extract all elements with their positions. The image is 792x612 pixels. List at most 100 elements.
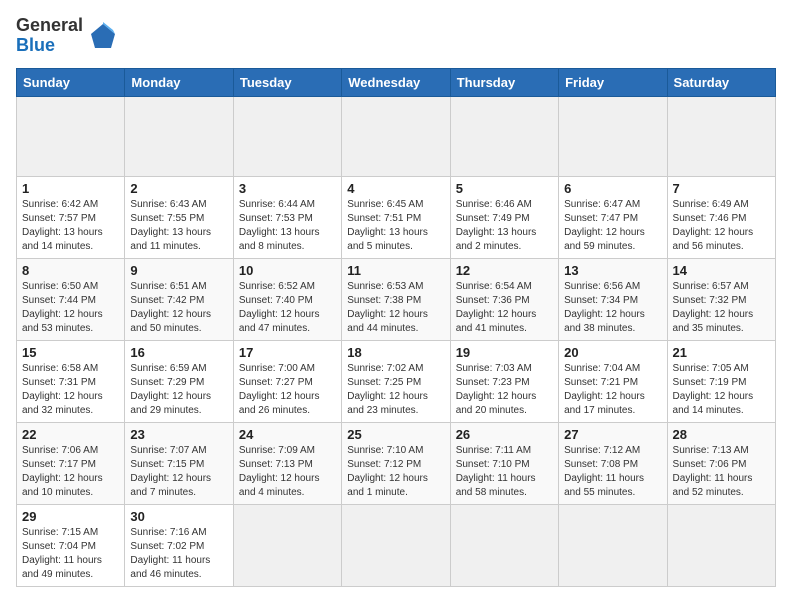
day-number: 13 xyxy=(564,263,661,278)
day-info: Sunrise: 6:51 AM Sunset: 7:42 PM Dayligh… xyxy=(130,281,211,334)
day-number: 8 xyxy=(22,263,119,278)
week-row-2: 1 Sunrise: 6:42 AM Sunset: 7:57 PM Daylig… xyxy=(17,176,776,258)
day-cell: 15 Sunrise: 6:58 AM Sunset: 7:31 PM Dayli… xyxy=(17,340,125,422)
day-cell: 26 Sunrise: 7:11 AM Sunset: 7:10 PM Dayli… xyxy=(450,422,558,504)
day-info: Sunrise: 6:53 AM Sunset: 7:38 PM Dayligh… xyxy=(347,281,428,334)
day-number: 18 xyxy=(347,345,444,360)
col-header-saturday: Saturday xyxy=(667,68,775,96)
day-cell: 17Sunrise: 7:00 AM Sunset: 7:27 PM Dayli… xyxy=(233,340,341,422)
day-cell xyxy=(667,504,775,586)
day-number: 26 xyxy=(456,427,553,442)
day-cell: 16 Sunrise: 6:59 AM Sunset: 7:29 PM Dayli… xyxy=(125,340,233,422)
day-number: 23 xyxy=(130,427,227,442)
day-cell xyxy=(450,96,558,176)
day-cell: 11Sunrise: 6:53 AM Sunset: 7:38 PM Dayli… xyxy=(342,258,450,340)
day-number: 6 xyxy=(564,181,661,196)
day-number: 15 xyxy=(22,345,119,360)
logo-general: General xyxy=(16,15,83,35)
day-info: Sunrise: 7:12 AM Sunset: 7:08 PM Dayligh… xyxy=(564,445,644,498)
day-cell: 8 Sunrise: 6:50 AM Sunset: 7:44 PM Daylig… xyxy=(17,258,125,340)
day-cell: 25 Sunrise: 7:10 AM Sunset: 7:12 PM Dayli… xyxy=(342,422,450,504)
day-info: Sunrise: 7:16 AM Sunset: 7:02 PM Dayligh… xyxy=(130,527,210,580)
day-cell: 2 Sunrise: 6:43 AM Sunset: 7:55 PM Daylig… xyxy=(125,176,233,258)
day-number: 4 xyxy=(347,181,444,196)
day-cell xyxy=(667,96,775,176)
day-info: Sunrise: 7:13 AM Sunset: 7:06 PM Dayligh… xyxy=(673,445,753,498)
day-cell: 9 Sunrise: 6:51 AM Sunset: 7:42 PM Daylig… xyxy=(125,258,233,340)
day-cell: 7Sunrise: 6:49 AM Sunset: 7:46 PM Daylig… xyxy=(667,176,775,258)
day-number: 16 xyxy=(130,345,227,360)
week-row-1 xyxy=(17,96,776,176)
day-info: Sunrise: 7:09 AM Sunset: 7:13 PM Dayligh… xyxy=(239,445,320,498)
day-number: 2 xyxy=(130,181,227,196)
day-info: Sunrise: 7:07 AM Sunset: 7:15 PM Dayligh… xyxy=(130,445,211,498)
day-cell: 12 Sunrise: 6:54 AM Sunset: 7:36 PM Dayli… xyxy=(450,258,558,340)
day-cell: 23 Sunrise: 7:07 AM Sunset: 7:15 PM Dayli… xyxy=(125,422,233,504)
day-cell xyxy=(450,504,558,586)
day-info: Sunrise: 6:49 AM Sunset: 7:46 PM Dayligh… xyxy=(673,199,754,252)
day-cell xyxy=(17,96,125,176)
day-info: Sunrise: 6:50 AM Sunset: 7:44 PM Dayligh… xyxy=(22,281,103,334)
col-header-sunday: Sunday xyxy=(17,68,125,96)
day-cell: 4 Sunrise: 6:45 AM Sunset: 7:51 PM Daylig… xyxy=(342,176,450,258)
day-cell: 5 Sunrise: 6:46 AM Sunset: 7:49 PM Daylig… xyxy=(450,176,558,258)
day-cell xyxy=(559,504,667,586)
day-cell: 18 Sunrise: 7:02 AM Sunset: 7:25 PM Dayli… xyxy=(342,340,450,422)
logo-icon xyxy=(87,20,119,52)
col-header-friday: Friday xyxy=(559,68,667,96)
day-number: 20 xyxy=(564,345,661,360)
day-cell: 3 Sunrise: 6:44 AM Sunset: 7:53 PM Daylig… xyxy=(233,176,341,258)
day-info: Sunrise: 6:59 AM Sunset: 7:29 PM Dayligh… xyxy=(130,363,211,416)
day-cell: 1 Sunrise: 6:42 AM Sunset: 7:57 PM Daylig… xyxy=(17,176,125,258)
day-cell: 20Sunrise: 7:04 AM Sunset: 7:21 PM Dayli… xyxy=(559,340,667,422)
col-header-monday: Monday xyxy=(125,68,233,96)
logo: General Blue xyxy=(16,16,119,56)
day-info: Sunrise: 7:02 AM Sunset: 7:25 PM Dayligh… xyxy=(347,363,428,416)
day-number: 1 xyxy=(22,181,119,196)
day-info: Sunrise: 6:42 AM Sunset: 7:57 PM Dayligh… xyxy=(22,199,103,252)
col-header-thursday: Thursday xyxy=(450,68,558,96)
day-number: 25 xyxy=(347,427,444,442)
day-info: Sunrise: 6:47 AM Sunset: 7:47 PM Dayligh… xyxy=(564,199,645,252)
week-row-4: 15 Sunrise: 6:58 AM Sunset: 7:31 PM Dayli… xyxy=(17,340,776,422)
day-number: 28 xyxy=(673,427,770,442)
day-cell xyxy=(125,96,233,176)
day-number: 27 xyxy=(564,427,661,442)
day-cell: 13 Sunrise: 6:56 AM Sunset: 7:34 PM Dayli… xyxy=(559,258,667,340)
day-cell: 19Sunrise: 7:03 AM Sunset: 7:23 PM Dayli… xyxy=(450,340,558,422)
week-row-5: 22Sunrise: 7:06 AM Sunset: 7:17 PM Dayli… xyxy=(17,422,776,504)
day-cell: 21Sunrise: 7:05 AM Sunset: 7:19 PM Dayli… xyxy=(667,340,775,422)
day-number: 24 xyxy=(239,427,336,442)
day-cell xyxy=(342,504,450,586)
logo-blue: Blue xyxy=(16,35,55,55)
day-info: Sunrise: 6:43 AM Sunset: 7:55 PM Dayligh… xyxy=(130,199,211,252)
day-cell xyxy=(233,504,341,586)
day-info: Sunrise: 6:45 AM Sunset: 7:51 PM Dayligh… xyxy=(347,199,428,252)
day-number: 21 xyxy=(673,345,770,360)
day-info: Sunrise: 6:44 AM Sunset: 7:53 PM Dayligh… xyxy=(239,199,320,252)
day-cell: 28 Sunrise: 7:13 AM Sunset: 7:06 PM Dayli… xyxy=(667,422,775,504)
day-info: Sunrise: 6:52 AM Sunset: 7:40 PM Dayligh… xyxy=(239,281,320,334)
day-number: 9 xyxy=(130,263,227,278)
day-info: Sunrise: 6:56 AM Sunset: 7:34 PM Dayligh… xyxy=(564,281,645,334)
day-cell xyxy=(342,96,450,176)
day-info: Sunrise: 6:46 AM Sunset: 7:49 PM Dayligh… xyxy=(456,199,537,252)
day-number: 29 xyxy=(22,509,119,524)
page-header: General Blue xyxy=(16,16,776,56)
day-info: Sunrise: 6:58 AM Sunset: 7:31 PM Dayligh… xyxy=(22,363,103,416)
day-number: 5 xyxy=(456,181,553,196)
header-row: SundayMondayTuesdayWednesdayThursdayFrid… xyxy=(17,68,776,96)
day-info: Sunrise: 6:54 AM Sunset: 7:36 PM Dayligh… xyxy=(456,281,537,334)
col-header-tuesday: Tuesday xyxy=(233,68,341,96)
day-cell: 14Sunrise: 6:57 AM Sunset: 7:32 PM Dayli… xyxy=(667,258,775,340)
day-info: Sunrise: 7:15 AM Sunset: 7:04 PM Dayligh… xyxy=(22,527,102,580)
day-info: Sunrise: 7:11 AM Sunset: 7:10 PM Dayligh… xyxy=(456,445,536,498)
week-row-6: 29 Sunrise: 7:15 AM Sunset: 7:04 PM Dayli… xyxy=(17,504,776,586)
day-number: 17 xyxy=(239,345,336,360)
col-header-wednesday: Wednesday xyxy=(342,68,450,96)
day-info: Sunrise: 7:10 AM Sunset: 7:12 PM Dayligh… xyxy=(347,445,428,498)
day-number: 12 xyxy=(456,263,553,278)
day-cell xyxy=(559,96,667,176)
day-number: 3 xyxy=(239,181,336,196)
day-number: 22 xyxy=(22,427,119,442)
